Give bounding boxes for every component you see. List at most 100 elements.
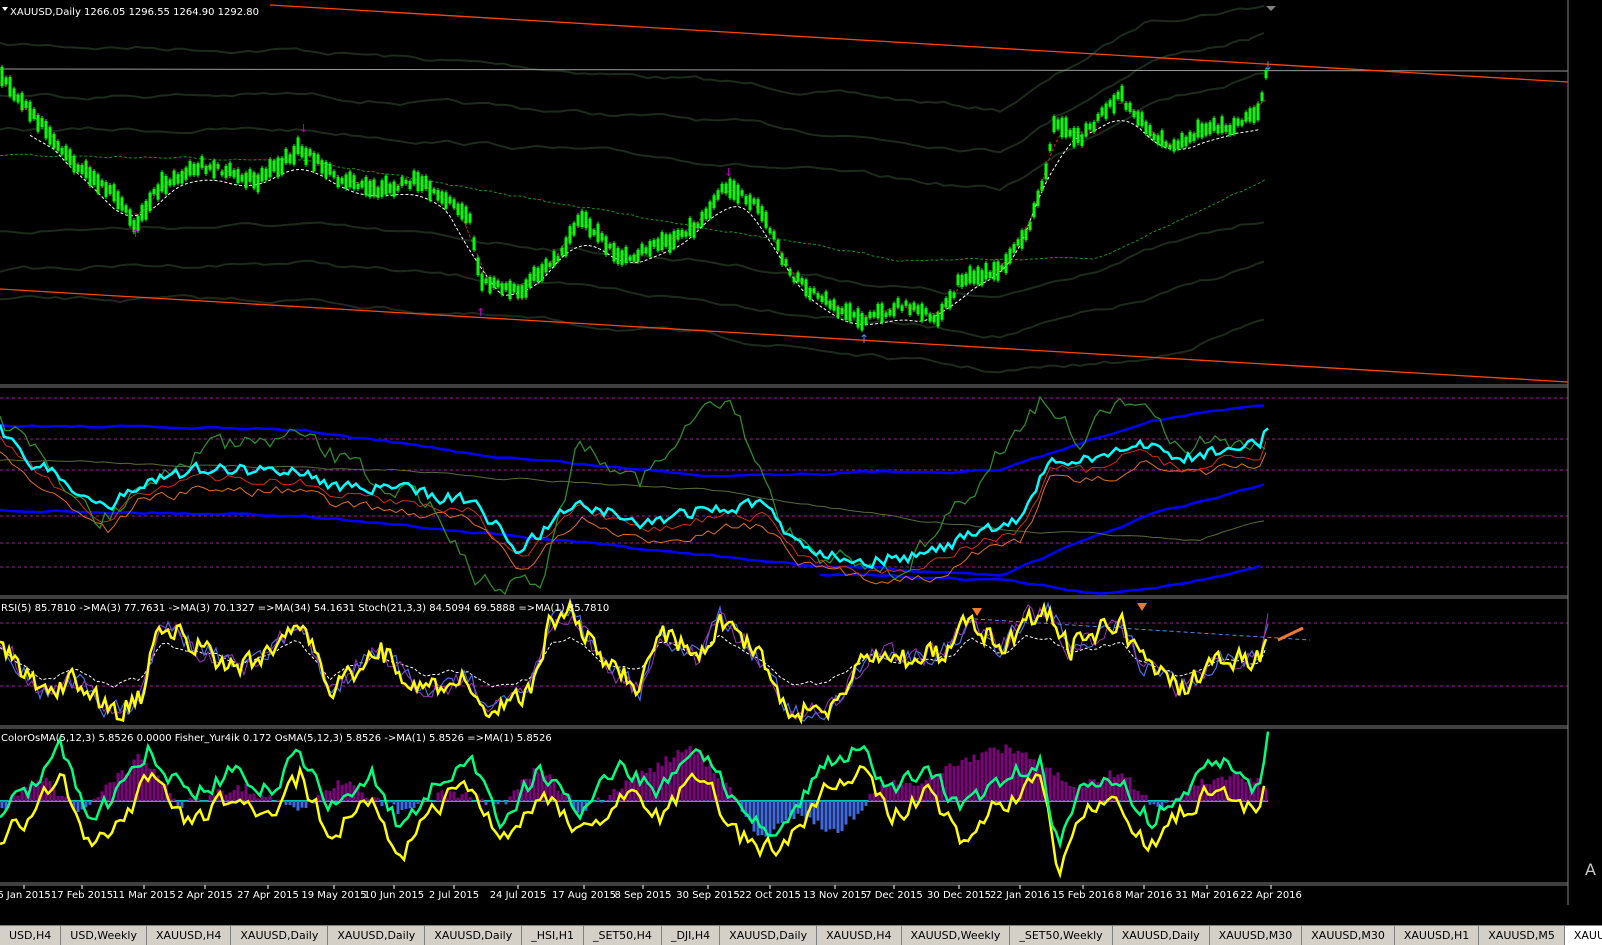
- candle-body: [596, 223, 600, 243]
- horizontal-level-line: [0, 68, 1569, 72]
- triangle-down-icon[interactable]: [1266, 6, 1276, 11]
- candle-body: [484, 278, 488, 284]
- candle-body: [928, 313, 932, 322]
- date-tick-label: 2 Apr 2015: [177, 890, 232, 901]
- candle-body: [1120, 85, 1124, 102]
- candle-body: [1096, 113, 1100, 121]
- chart-tab[interactable]: XAUUSD,Daily: [328, 926, 426, 945]
- candle-body: [1052, 116, 1056, 133]
- osma-histogram-bar: [208, 794, 212, 801]
- candle-body: [1144, 121, 1148, 135]
- osma-histogram-bar: [296, 801, 300, 811]
- candle-body: [1156, 135, 1160, 145]
- candle-body: [600, 233, 604, 241]
- candle-body: [672, 231, 676, 249]
- candle-body: [528, 273, 532, 288]
- osma-histogram-bar: [468, 797, 472, 801]
- chart-tab[interactable]: XAUUSD,Weekly: [902, 926, 1011, 945]
- osma-histogram-bar: [228, 792, 232, 801]
- chart-tab[interactable]: XAUUSD,M5: [1479, 926, 1565, 945]
- chart-tab[interactable]: USD,Weekly: [61, 926, 147, 945]
- arrow-up-icon: ↑: [859, 332, 869, 346]
- chart-tab[interactable]: _SET50,Weekly: [1010, 926, 1113, 945]
- envelope-band: [0, 294, 1265, 374]
- candle-body: [36, 115, 40, 132]
- indicator-pane-osma[interactable]: [0, 731, 1270, 879]
- candle-body: [64, 145, 68, 161]
- osma-histogram-bar: [832, 801, 836, 829]
- band-mid: [0, 483, 1265, 577]
- candle-body: [356, 183, 360, 190]
- candle-body: [340, 178, 344, 184]
- osma-histogram-bar: [412, 801, 416, 808]
- osma-histogram-bar: [956, 765, 960, 801]
- candle-body: [524, 279, 528, 298]
- candle-body: [212, 160, 216, 179]
- chart-tab[interactable]: _HSI,H1: [522, 926, 585, 945]
- osma-histogram-bar: [1144, 794, 1148, 801]
- osma-histogram-bar: [844, 801, 848, 825]
- candle-body: [620, 250, 624, 265]
- osma-pane-header: ColorOsMA(5,12,3) 5.8526 0.0000 Fisher_Y…: [1, 733, 552, 744]
- candle-body: [552, 251, 556, 267]
- chart-area[interactable]: ↓↓↑↑↑↓ 6 Jan 2015 17 Feb 2015 11 Mar 2015 2…: [0, 0, 1602, 945]
- chart-tab[interactable]: XAUUSD,H1: [1395, 926, 1480, 945]
- candle-body: [892, 303, 896, 317]
- candle-body: [60, 147, 64, 155]
- date-tick-label: 10 Jun 2015: [364, 890, 424, 901]
- candle-body: [1028, 221, 1032, 230]
- indicator-pane-rsi[interactable]: [0, 597, 1568, 725]
- channel-lower-line: [0, 288, 1569, 383]
- candle-body: [752, 198, 756, 204]
- osma-histogram-bar: [232, 790, 236, 801]
- chart-tab[interactable]: XAUUS: [1564, 926, 1602, 945]
- candle-body: [1032, 203, 1036, 218]
- chart-tab[interactable]: XAUUSD,M30: [1302, 926, 1395, 945]
- osma-histogram-bar: [612, 788, 616, 801]
- osma-histogram-bar: [1120, 773, 1124, 801]
- candle-body: [772, 231, 776, 240]
- candle-body: [80, 164, 84, 174]
- candle-body: [144, 200, 148, 220]
- triangle-down-icon[interactable]: [2, 7, 8, 11]
- chart-tab[interactable]: XAUUSD,Daily: [1113, 926, 1210, 945]
- arrow-up-icon: ↑: [476, 306, 485, 319]
- chart-tab[interactable]: XAUUSD,Daily: [231, 926, 329, 945]
- candle-body: [1184, 136, 1188, 147]
- chart-tab[interactable]: _SET50,H4: [584, 926, 662, 945]
- band-lower: [819, 564, 1261, 595]
- osma-histogram-bar: [56, 796, 60, 801]
- candle-body: [564, 237, 568, 257]
- osma-histogram-bar: [1232, 773, 1236, 801]
- osma-histogram-bar: [504, 801, 508, 805]
- candle-body: [840, 308, 844, 315]
- candle-body: [1236, 118, 1240, 126]
- osma-histogram-bar: [960, 760, 964, 801]
- candle-body: [360, 180, 364, 188]
- osma-histogram-bar: [244, 783, 248, 801]
- candle-body: [588, 218, 592, 238]
- candle-body: [636, 249, 640, 263]
- candle-body: [556, 256, 560, 262]
- candle-body: [784, 259, 788, 266]
- candle-body: [216, 164, 220, 169]
- chart-tab[interactable]: USD,H4: [0, 926, 62, 945]
- candle-body: [256, 174, 260, 193]
- osma-histogram-bar: [1080, 786, 1084, 801]
- chart-tab[interactable]: XAUUSD,M30: [1210, 926, 1303, 945]
- chart-tab[interactable]: XAUUSD,Daily: [425, 926, 523, 945]
- candle-body: [760, 206, 764, 221]
- osma-histogram-bar: [344, 783, 348, 801]
- candle-body: [432, 188, 436, 194]
- chart-tab[interactable]: XAUUSD,H4: [147, 926, 232, 945]
- indicator-pane-bands[interactable]: [0, 395, 1568, 596]
- chart-tab[interactable]: XAUUSD,H4: [817, 926, 902, 945]
- chart-tab[interactable]: _DJI,H4: [662, 926, 721, 945]
- price-pane[interactable]: ↓ ↓ ↑ ↑ ↑ ↓: [0, 4, 1569, 383]
- candle-body: [864, 317, 868, 325]
- chart-tab[interactable]: XAUUSD,Daily: [720, 926, 818, 945]
- date-tick-label: 22 Jan 2016: [990, 890, 1050, 901]
- candle-body: [964, 273, 968, 286]
- candle-body: [1180, 132, 1184, 148]
- candle-body: [728, 178, 732, 199]
